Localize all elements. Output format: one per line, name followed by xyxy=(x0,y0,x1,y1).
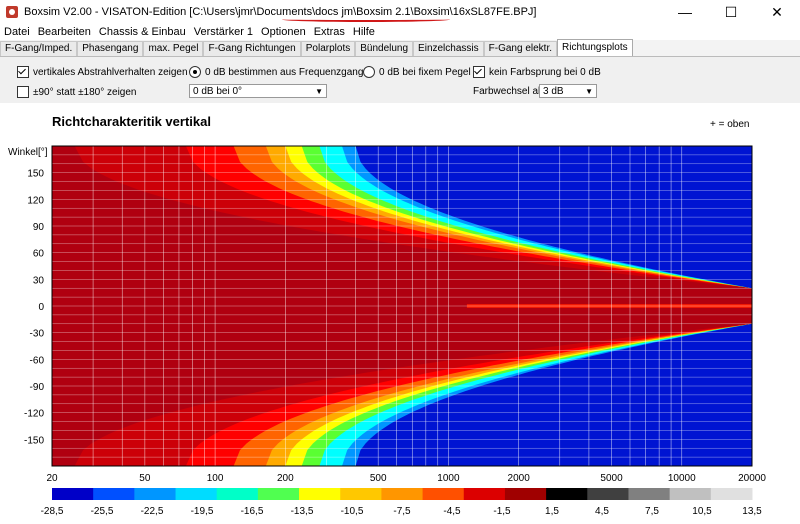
x-tick-label: 2000 xyxy=(508,473,531,484)
colorbar-label: -4,5 xyxy=(443,506,461,517)
colorbar-segment xyxy=(216,488,259,500)
colorbar-segment xyxy=(340,488,382,500)
y-tick-label: 150 xyxy=(27,169,44,180)
y-tick-label: -30 xyxy=(30,329,45,340)
x-tick-label: 500 xyxy=(370,473,387,484)
x-tick-label: 50 xyxy=(139,473,151,484)
colorbar-label: -28,5 xyxy=(41,506,64,517)
colorbar-segment xyxy=(52,488,94,500)
x-tick-label: 10000 xyxy=(668,473,696,484)
colorbar-label: 13,5 xyxy=(742,506,762,517)
x-tick-label: 20 xyxy=(46,473,58,484)
colorbar-segment xyxy=(422,488,465,500)
x-tick-label: 1000 xyxy=(437,473,460,484)
colorbar-segment xyxy=(257,488,300,500)
colorbar-segment xyxy=(504,488,547,500)
colorbar-label: -13,5 xyxy=(291,506,314,517)
x-tick-label: 20000 xyxy=(738,473,766,484)
y-tick-label: -60 xyxy=(30,355,45,366)
colorbar-label: -7,5 xyxy=(393,506,411,517)
colorbar-segment xyxy=(93,488,135,500)
colorbar-label: -22,5 xyxy=(141,506,164,517)
colorbar-label: 1,5 xyxy=(545,506,559,517)
x-tick-label: 200 xyxy=(277,473,294,484)
colorbar-segment xyxy=(669,488,712,500)
y-tick-label: 120 xyxy=(27,195,44,206)
colorbar-label: -16,5 xyxy=(241,506,264,517)
colorbar-label: -10,5 xyxy=(341,506,364,517)
colorbar-segment xyxy=(587,488,629,500)
y-tick-label: -120 xyxy=(24,409,44,420)
colorbar-segment xyxy=(381,488,424,500)
colorbar-label: 10,5 xyxy=(692,506,712,517)
colorbar-segment xyxy=(175,488,218,500)
heatmap-chart: 150 120 90 60 30 0 -30 -60 -90 -120 -150 20 50 100 200… xyxy=(24,145,766,517)
colorbar-segment xyxy=(628,488,671,500)
y-tick-label: -90 xyxy=(30,382,45,393)
colorbar-segment xyxy=(546,488,588,500)
y-tick-label: -150 xyxy=(24,435,44,446)
colorbar-label: -25,5 xyxy=(91,506,114,517)
colorbar-label: 4,5 xyxy=(595,506,609,517)
x-tick-label: 100 xyxy=(207,473,224,484)
colorbar-segment xyxy=(710,488,753,500)
x-tick-label: 5000 xyxy=(600,473,623,484)
colorbar-segment xyxy=(134,488,177,500)
y-tick-label: 60 xyxy=(33,249,45,260)
colorbar-segment xyxy=(463,488,506,500)
colorbar-label: -19,5 xyxy=(191,506,214,517)
colorbar-label: -1,5 xyxy=(493,506,511,517)
colorbar-label: 7,5 xyxy=(645,506,659,517)
colorbar-segment xyxy=(299,488,341,500)
y-tick-label: 90 xyxy=(33,222,45,233)
y-tick-label: 30 xyxy=(33,275,45,286)
y-tick-label: 0 xyxy=(38,302,44,313)
